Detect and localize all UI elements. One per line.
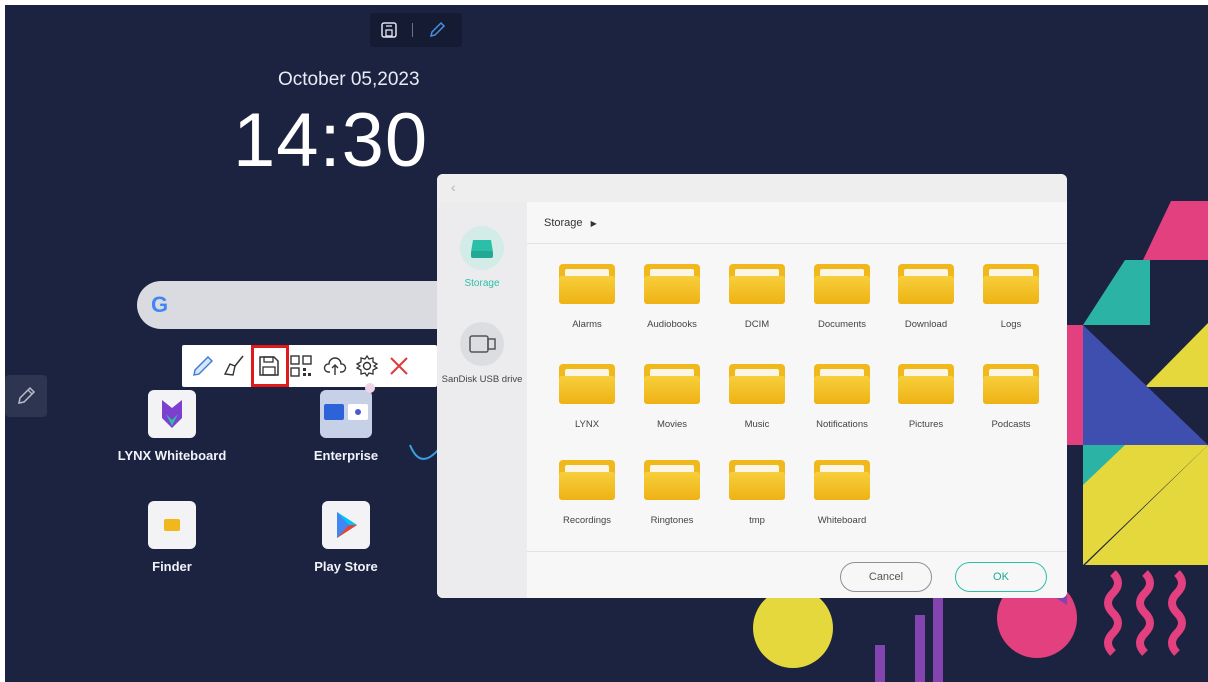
folder-label: Recordings (562, 515, 612, 526)
cloud-upload-icon[interactable] (322, 353, 348, 379)
app-lynx-whiteboard[interactable]: LYNX Whiteboard (107, 390, 237, 463)
app-label: Play Store (314, 559, 378, 574)
divider (527, 551, 1067, 552)
folder-icon (729, 364, 785, 404)
ok-button[interactable]: OK (955, 562, 1047, 592)
app-finder[interactable]: Finder (107, 501, 237, 574)
folder-label: Documents (817, 319, 867, 330)
folder-label: Ringtones (650, 515, 694, 526)
time-label: 14:30 (233, 98, 429, 183)
folder-label: DCIM (744, 319, 770, 330)
folder-icon (644, 460, 700, 500)
folder-icon (983, 264, 1039, 304)
app-label: Enterprise (313, 448, 379, 463)
pen-icon (18, 386, 36, 404)
folder-icon (814, 460, 870, 500)
pen-icon[interactable] (190, 353, 216, 379)
divider (527, 243, 1067, 244)
folder-icon (559, 264, 615, 304)
folder-item[interactable]: Movies (635, 364, 709, 430)
folder-label: Music (744, 419, 770, 430)
folder-icon (559, 364, 615, 404)
sidebar-item-sandisk[interactable]: SanDisk USB drive (437, 322, 527, 385)
folder-item[interactable]: Audiobooks (635, 264, 709, 330)
pink-dot (365, 383, 375, 393)
folder-label: Podcasts (991, 419, 1031, 430)
folder-label: Whiteboard (817, 515, 867, 526)
folder-label: LYNX (574, 419, 600, 430)
close-icon[interactable] (386, 353, 412, 379)
dialog-sidebar: Storage SanDisk USB drive (437, 202, 527, 598)
folder-icon (898, 264, 954, 304)
folder-icon (729, 264, 785, 304)
folder-label: Logs (1000, 319, 1022, 330)
folder-label: Notifications (816, 419, 868, 430)
sidebar-item-label: SanDisk USB drive (441, 374, 523, 385)
top-mini-bar (370, 13, 462, 47)
breadcrumb[interactable]: Storage ▶ (544, 217, 597, 229)
folder-item[interactable]: Alarms (550, 264, 624, 330)
dialog-main: Storage ▶ Alarms Audiobooks DCIM Documents D… (527, 202, 1067, 598)
caret-right-icon: ▶ (590, 219, 597, 228)
folder-item[interactable]: Notifications (805, 364, 879, 430)
folder-item[interactable]: Music (720, 364, 794, 430)
folder-item[interactable]: Documents (805, 264, 879, 330)
sidebar-item-storage[interactable]: Storage (437, 226, 527, 289)
finder-icon (148, 501, 196, 549)
floating-toolbar (182, 345, 437, 387)
lynx-whiteboard-icon (148, 390, 196, 438)
app-play-store[interactable]: Play Store (281, 501, 411, 574)
folder-icon (814, 264, 870, 304)
folder-icon (729, 460, 785, 500)
folder-item[interactable]: Logs (974, 264, 1048, 330)
folder-label: Download (904, 319, 948, 330)
back-button[interactable]: ‹ (451, 179, 456, 195)
app-label: Finder (152, 559, 192, 574)
desktop-screen: October 05,2023 14:30 G LYNX Whiteboard … (5, 5, 1208, 682)
cancel-button[interactable]: Cancel (840, 562, 932, 592)
side-pen-button[interactable] (5, 375, 47, 417)
folder-icon (898, 364, 954, 404)
storage-dialog: ‹ Storage SanDisk USB drive Storage ▶ Al… (437, 174, 1067, 598)
settings-icon[interactable] (354, 353, 380, 379)
folder-icon (559, 460, 615, 500)
save-panel-icon[interactable] (380, 21, 398, 39)
app-enterprise[interactable]: Enterprise (281, 390, 411, 463)
folder-item[interactable]: Ringtones (635, 460, 709, 526)
folder-icon (983, 364, 1039, 404)
date-label: October 05,2023 (278, 69, 420, 90)
folder-label: Movies (656, 419, 688, 430)
dialog-titlebar: ‹ (437, 174, 1067, 202)
usb-drive-icon (460, 322, 504, 366)
folder-item[interactable]: LYNX (550, 364, 624, 430)
folder-item[interactable]: Podcasts (974, 364, 1048, 430)
folder-item[interactable]: DCIM (720, 264, 794, 330)
folder-label: Audiobooks (647, 319, 697, 330)
storage-drive-icon (460, 226, 504, 270)
play-store-icon (322, 501, 370, 549)
folder-icon (644, 364, 700, 404)
folder-icon (644, 264, 700, 304)
folder-item[interactable]: Pictures (889, 364, 963, 430)
eraser-broom-icon[interactable] (222, 353, 248, 379)
google-logo: G (151, 292, 169, 317)
folder-item[interactable]: Recordings (550, 460, 624, 526)
save-highlight-box (251, 345, 289, 387)
folder-label: tmp (749, 515, 765, 526)
folder-item[interactable]: tmp (720, 460, 794, 526)
pen-icon[interactable] (428, 21, 446, 39)
folder-label: Alarms (572, 319, 602, 330)
app-label: LYNX Whiteboard (117, 448, 227, 463)
breadcrumb-label: Storage (544, 217, 583, 229)
google-search-bar[interactable]: G (137, 281, 467, 329)
folder-item[interactable]: Download (889, 264, 963, 330)
divider (412, 23, 413, 37)
folder-icon (814, 364, 870, 404)
enterprise-folder-icon (320, 390, 372, 438)
qr-code-icon[interactable] (288, 353, 314, 379)
sidebar-item-label: Storage (464, 278, 500, 289)
folder-label: Pictures (908, 419, 944, 430)
folder-item[interactable]: Whiteboard (805, 460, 879, 526)
